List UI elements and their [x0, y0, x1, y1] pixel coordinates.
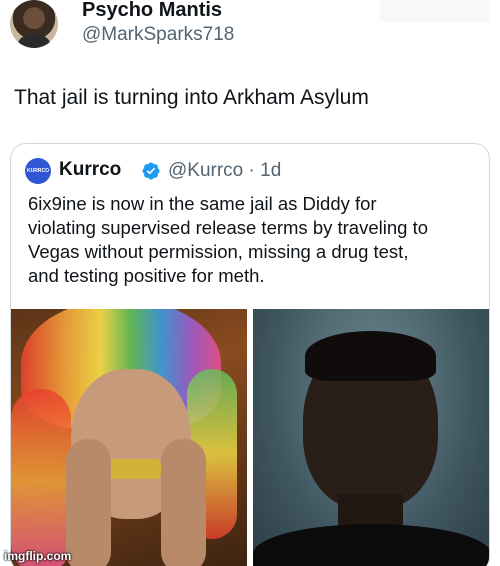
author-handle[interactable]: @MarkSparks718 — [82, 24, 234, 46]
header-corner-area — [380, 0, 490, 22]
quoted-author-name[interactable]: Kurrco — [59, 159, 121, 181]
quoted-post-media — [11, 309, 489, 566]
quoted-text-line: Vegas without permission, missing a drug… — [28, 241, 409, 262]
media-image-left[interactable] — [11, 309, 247, 566]
quoted-post-header: KURRCO Kurrco @Kurrco · 1d — [25, 158, 465, 184]
quoted-avatar-text: KURRCO — [27, 168, 49, 174]
imgflip-watermark: imgflip.com — [4, 549, 72, 563]
quoted-author-avatar[interactable]: KURRCO — [25, 158, 51, 184]
author-name[interactable]: Psycho Mantis — [82, 0, 222, 22]
post-header: Psycho Mantis @MarkSparks718 — [10, 0, 490, 52]
verified-badge-icon — [142, 162, 160, 180]
author-avatar[interactable] — [10, 0, 58, 48]
quoted-text-line: and testing positive for meth. — [28, 265, 265, 286]
quoted-author-handle[interactable]: @Kurrco · 1d — [168, 160, 281, 182]
quoted-post-text: 6ix9ine is now in the same jail as Diddy… — [28, 192, 483, 288]
quoted-text-line: violating supervised release terms by tr… — [28, 217, 428, 238]
quoted-text-line: 6ix9ine is now in the same jail as Diddy… — [28, 193, 377, 214]
media-image-right[interactable] — [253, 309, 489, 566]
quoted-post[interactable]: KURRCO Kurrco @Kurrco · 1d 6ix9ine is no… — [10, 143, 490, 566]
post-text: That jail is turning into Arkham Asylum — [14, 86, 369, 109]
